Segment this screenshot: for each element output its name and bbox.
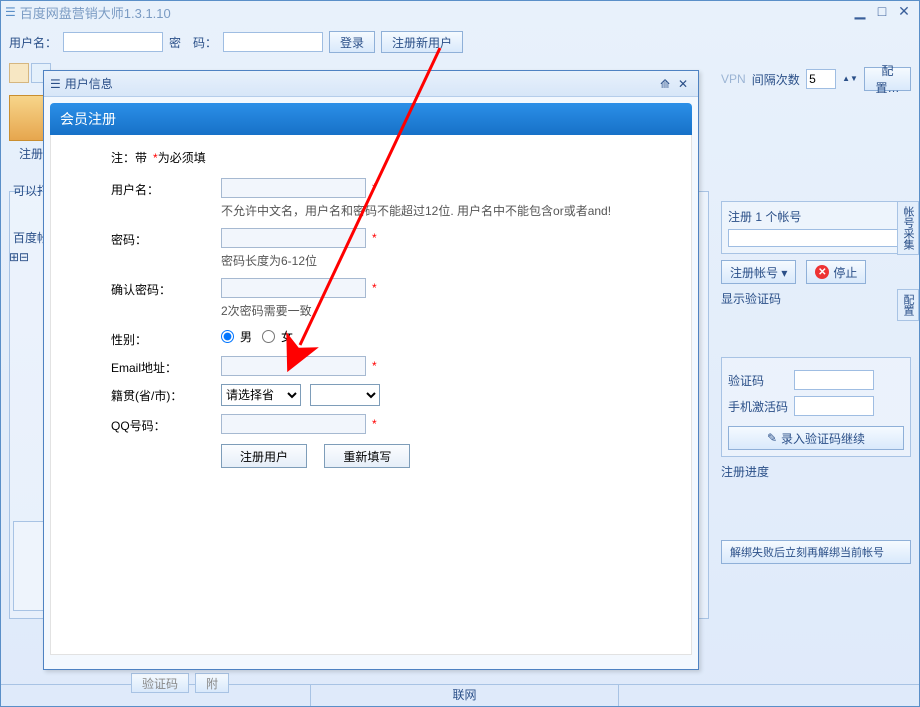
maximize-button[interactable]: □ [871, 4, 893, 20]
gender-male-label: 男 [240, 328, 252, 345]
enter-captcha-label: 录入验证码继续 [781, 430, 865, 447]
login-button[interactable]: 登录 [329, 31, 375, 53]
close-button[interactable]: ✕ [893, 4, 915, 20]
sms-input[interactable] [794, 396, 874, 416]
minimize-button[interactable]: ▁ [849, 4, 871, 20]
status-pane-right [619, 685, 919, 706]
username-input[interactable] [63, 32, 163, 52]
form-area: 注：带*为必须填 用户名： * 不允许中文名，用户名和密码不能超过12位. 用户… [50, 135, 692, 655]
vpn-label: VPN [721, 72, 746, 86]
confirm-form-input[interactable] [221, 278, 366, 298]
note-row: 注：带*为必须填 [111, 149, 671, 166]
password-label: 密 码： [169, 34, 217, 51]
password-hint: 密码长度为6-12位 [221, 252, 671, 270]
username-form-input[interactable] [221, 178, 366, 198]
config-button[interactable]: 配置… [864, 67, 911, 91]
register-group: 注册 1 个帐号 [721, 201, 911, 254]
dialog-title: 用户信息 [65, 75, 113, 92]
dialog-close-icon[interactable]: ✕ [674, 77, 692, 91]
star-icon: * [372, 281, 377, 295]
show-captcha-row: 显示验证码 [721, 290, 911, 307]
row-hometown: 籍贯(省/市)： 请选择省 [111, 384, 671, 406]
password-form-input[interactable] [221, 228, 366, 248]
dialog-pin-icon[interactable]: ⟰ [656, 77, 674, 91]
small-buttons: 验证码 附 [131, 673, 229, 693]
captcha-input[interactable] [794, 370, 874, 390]
register-count-label: 注册 1 个帐号 [728, 208, 904, 225]
email-form-input[interactable] [221, 356, 366, 376]
window-title: 百度网盘营销大师1.3.1.10 [20, 3, 849, 22]
app-icon: ☰ [5, 5, 16, 19]
username-hint: 不允许中文名，用户名和密码不能超过12位. 用户名中不能包含or或者and! [221, 202, 671, 220]
reset-button[interactable]: 重新填写 [324, 444, 410, 468]
gender-female-label: 女 [281, 328, 293, 345]
confirm-hint: 2次密码需要一致 [221, 302, 671, 320]
password-form-label: 密码： [111, 228, 221, 248]
captcha-group: 验证码 手机激活码 ✎ 录入验证码继续 [721, 357, 911, 457]
note-prefix: 注：带 [111, 151, 147, 165]
row-email: Email地址： * [111, 356, 671, 376]
dialog-title-bar[interactable]: ☰ 用户信息 ⟰ ✕ [44, 71, 698, 97]
show-captcha-label: 显示验证码 [721, 290, 781, 307]
gender-female-radio[interactable] [262, 330, 275, 343]
submit-button[interactable]: 注册用户 [221, 444, 307, 468]
stop-icon: ✕ [815, 265, 829, 279]
sms-label: 手机激活码 [728, 398, 788, 415]
interval-input[interactable] [806, 69, 836, 89]
small-btn-1[interactable]: 验证码 [131, 673, 189, 693]
side-tab-collect[interactable]: 帐号采集 [897, 201, 919, 255]
captcha-label: 验证码 [728, 372, 788, 389]
interval-row: VPN 间隔次数 ▲▼ 配置… [721, 67, 911, 91]
gender-form-label: 性别： [111, 328, 221, 348]
password-input[interactable] [223, 32, 323, 52]
row-confirm: 确认密码： * 2次密码需要一致 [111, 278, 671, 320]
right-panel: VPN 间隔次数 ▲▼ 配置… 注册 1 个帐号 注册帐号 ▾ ✕ 停止 显示验… [721, 61, 911, 681]
stop-button[interactable]: ✕ 停止 [806, 260, 866, 284]
pencil-icon: ✎ [767, 431, 777, 445]
star-icon: * [372, 417, 377, 431]
unbind-button[interactable]: 解绑失败后立刻再解绑当前帐号 [721, 540, 911, 564]
register-icon[interactable] [9, 95, 45, 141]
row-gender: 性别： 男 女 [111, 328, 671, 348]
register-account-button[interactable]: 注册帐号 ▾ [721, 260, 796, 284]
interval-label: 间隔次数 [752, 71, 800, 88]
star-icon: * [372, 181, 377, 195]
progress-label: 注册进度 [721, 463, 769, 480]
star-icon: * [372, 359, 377, 373]
gender-male-radio[interactable] [221, 330, 234, 343]
note-suffix: 为必须填 [158, 151, 206, 165]
small-btn-2[interactable]: 附 [195, 673, 229, 693]
status-center: 联网 [311, 685, 619, 706]
confirm-form-label: 确认密码： [111, 278, 221, 298]
qq-form-label: QQ号码： [111, 414, 221, 434]
register-new-user-button[interactable]: 注册新用户 [381, 31, 463, 53]
province-select[interactable]: 请选择省 [221, 384, 301, 406]
spinner-icon[interactable]: ▲▼ [842, 76, 858, 82]
star-icon: * [372, 231, 377, 245]
hometown-form-label: 籍贯(省/市)： [111, 384, 221, 404]
username-label: 用户名： [9, 34, 57, 51]
progress-row: 注册进度 [721, 463, 911, 480]
unbind-row: 解绑失败后立刻再解绑当前帐号 [721, 540, 911, 564]
side-tab-config[interactable]: 配置 [897, 289, 919, 321]
action-buttons-row: 注册帐号 ▾ ✕ 停止 [721, 260, 911, 284]
register-count-input[interactable] [728, 229, 904, 247]
row-buttons: 注册用户 重新填写 [111, 444, 671, 468]
row-password: 密码： * 密码长度为6-12位 [111, 228, 671, 270]
qq-form-input[interactable] [221, 414, 366, 434]
row-username: 用户名： * 不允许中文名，用户名和密码不能超过12位. 用户名中不能包含or或… [111, 178, 671, 220]
row-qq: QQ号码： * [111, 414, 671, 434]
dialog-title-icon: ☰ [50, 77, 61, 91]
toolbar-icon-1[interactable] [9, 63, 29, 83]
user-info-dialog: ☰ 用户信息 ⟰ ✕ 会员注册 注：带*为必须填 用户名： * 不允许中文名，用… [43, 70, 699, 670]
login-row: 用户名： 密 码： 登录 注册新用户 [9, 27, 911, 61]
city-select[interactable] [310, 384, 380, 406]
side-tabs: 帐号采集 配置 [897, 201, 919, 321]
stop-button-label: 停止 [833, 264, 857, 281]
section-header: 会员注册 [50, 103, 692, 135]
username-form-label: 用户名： [111, 178, 221, 198]
email-form-label: Email地址： [111, 356, 221, 376]
enter-captcha-button[interactable]: ✎ 录入验证码继续 [728, 426, 904, 450]
title-bar: ☰ 百度网盘营销大师1.3.1.10 ▁ □ ✕ [1, 1, 919, 23]
